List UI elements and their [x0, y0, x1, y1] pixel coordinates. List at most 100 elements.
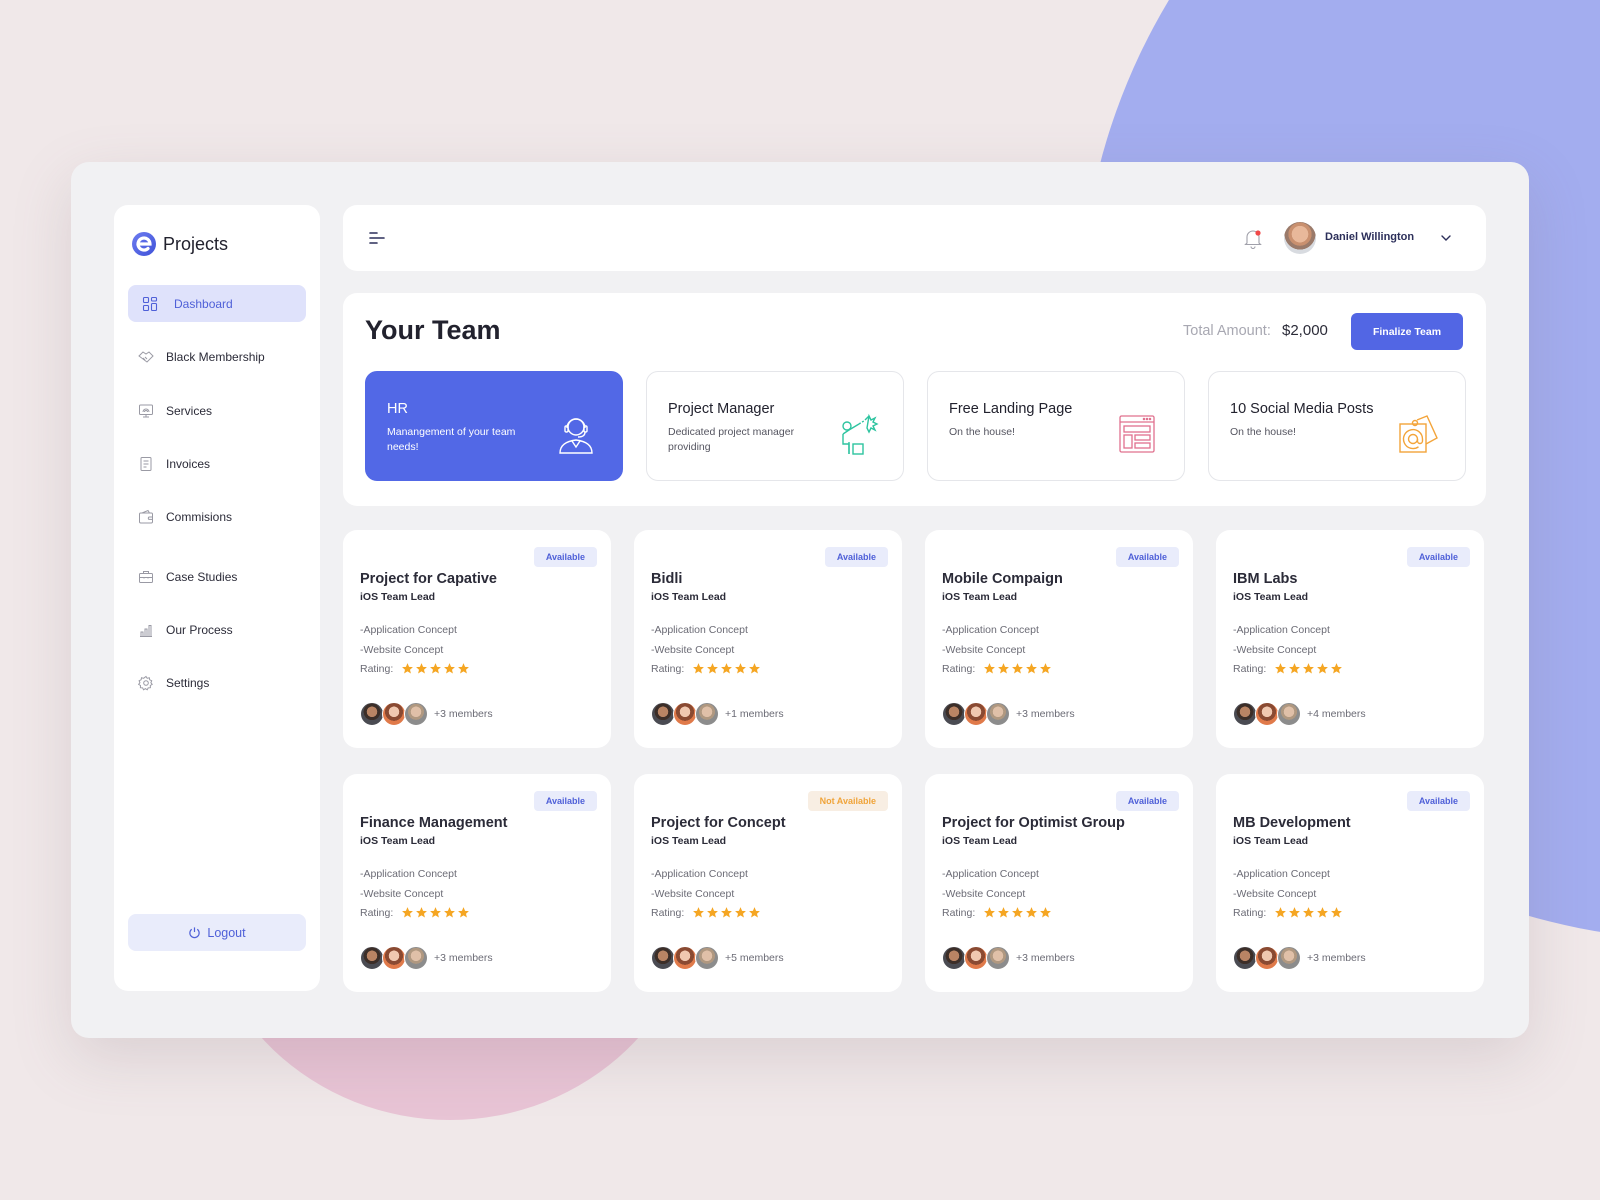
app-window: Projects Dashboard Black Membership Serv… — [71, 162, 1529, 1038]
rating-row: Rating: — [942, 662, 1052, 675]
team-panel: Your Team Total Amount: $2,000 Finalize … — [343, 293, 1486, 506]
member-count: +1 members — [725, 708, 784, 720]
wallet-icon — [138, 509, 154, 525]
star-icon — [998, 907, 1010, 918]
member-avatars[interactable]: +3 members — [360, 702, 493, 726]
user-name[interactable]: Daniel Willington — [1325, 231, 1414, 243]
sidebar-item-our-process[interactable]: Our Process — [128, 611, 306, 648]
service-card-free-landing-page[interactable]: Free Landing Page On the house! — [927, 371, 1185, 481]
menu-icon[interactable] — [369, 229, 387, 247]
member-count: +3 members — [434, 708, 493, 720]
rating-row: Rating: — [1233, 906, 1343, 919]
star-icon — [444, 907, 456, 918]
star-icon — [1012, 907, 1024, 918]
member-avatars[interactable]: +3 members — [360, 946, 493, 970]
service-card-project-manager[interactable]: Project Manager Dedicated project manage… — [646, 371, 904, 481]
project-card[interactable]: Available Bidli iOS Team Lead -Application … — [634, 530, 902, 748]
star-icon — [444, 663, 456, 674]
star-icon — [1317, 663, 1329, 674]
finalize-team-button[interactable]: Finalize Team — [1351, 313, 1463, 350]
briefcase-icon — [138, 569, 154, 585]
star-icon — [416, 907, 428, 918]
member-avatars[interactable]: +3 members — [942, 702, 1075, 726]
member-avatar — [964, 946, 988, 970]
grid-icon — [142, 296, 158, 312]
member-count: +3 members — [434, 952, 493, 964]
star-icon — [1040, 907, 1052, 918]
star-icon — [402, 907, 414, 918]
sidebar-item-dashboard[interactable]: Dashboard — [128, 285, 306, 322]
member-avatar — [404, 946, 428, 970]
project-title: MB Development — [1233, 815, 1351, 831]
user-avatar[interactable] — [1284, 222, 1316, 254]
star-icon — [721, 663, 733, 674]
star-icon — [749, 907, 761, 918]
project-title: IBM Labs — [1233, 571, 1298, 587]
status-badge: Available — [1406, 547, 1470, 567]
sidebar-item-invoices[interactable]: Invoices — [128, 445, 306, 482]
member-avatar — [651, 702, 675, 726]
status-badge: Not Available — [807, 791, 888, 811]
member-avatar — [1233, 946, 1257, 970]
project-card[interactable]: Available Project for Optimist Group iOS T… — [925, 774, 1193, 992]
logout-label: Logout — [207, 925, 246, 940]
project-feature: -Application Concept — [360, 868, 457, 880]
rating-row: Rating: — [651, 662, 761, 675]
sidebar-item-label: Commisions — [166, 509, 233, 524]
member-avatar — [1277, 946, 1301, 970]
logout-button[interactable]: Logout — [128, 914, 306, 951]
sidebar-item-black-membership[interactable]: Black Membership — [128, 338, 306, 375]
star-icon — [458, 663, 470, 674]
sidebar: Projects Dashboard Black Membership Serv… — [114, 205, 320, 991]
project-card[interactable]: Available IBM Labs iOS Team Lead -Applicati… — [1216, 530, 1484, 748]
project-card[interactable]: Not Available Project for Concept iOS Team… — [634, 774, 902, 992]
member-avatar — [360, 946, 384, 970]
sidebar-item-settings[interactable]: Settings — [128, 664, 306, 701]
project-card[interactable]: Available MB Development iOS Team Lead -App… — [1216, 774, 1484, 992]
member-avatars[interactable]: +3 members — [1233, 946, 1366, 970]
service-card-social-media-posts[interactable]: 10 Social Media Posts On the house! — [1208, 371, 1466, 481]
star-icon — [707, 907, 719, 918]
project-title: Project for Concept — [651, 815, 786, 831]
member-avatars[interactable]: +3 members — [942, 946, 1075, 970]
member-count: +3 members — [1016, 952, 1075, 964]
sidebar-item-services[interactable]: Services — [128, 392, 306, 429]
page-title: Your Team — [365, 315, 501, 345]
member-avatar — [986, 702, 1010, 726]
rating-stars — [983, 662, 1052, 675]
sidebar-item-commisions[interactable]: Commisions — [128, 498, 306, 535]
star-icon — [693, 907, 705, 918]
project-card[interactable]: Available Project for Capative iOS Team Le… — [343, 530, 611, 748]
service-card-hr[interactable]: HR Manangement of your team needs! — [365, 371, 623, 481]
project-card[interactable]: Available Finance Management iOS Team Lead… — [343, 774, 611, 992]
star-icon — [707, 663, 719, 674]
gear-icon — [138, 675, 154, 691]
star-icon — [693, 663, 705, 674]
logo[interactable]: Projects — [131, 231, 228, 257]
service-description: Dedicated project manager providing — [668, 426, 795, 453]
member-count: +4 members — [1307, 708, 1366, 720]
sidebar-item-case-studies[interactable]: Case Studies — [128, 558, 306, 595]
star-icon — [984, 907, 996, 918]
project-role: iOS Team Lead — [1233, 591, 1309, 603]
member-avatars[interactable]: +4 members — [1233, 702, 1366, 726]
member-avatar — [360, 702, 384, 726]
email-at-icon — [1399, 415, 1438, 453]
star-icon — [984, 663, 996, 674]
total-amount-value: $2,000 — [1282, 322, 1328, 339]
sidebar-item-label: Settings — [166, 675, 210, 690]
member-avatars[interactable]: +1 members — [651, 702, 784, 726]
member-avatars[interactable]: +5 members — [651, 946, 784, 970]
bell-icon[interactable] — [1243, 227, 1263, 249]
rating-stars — [401, 906, 470, 919]
project-card[interactable]: Available Mobile Compaign iOS Team Lead -Ap… — [925, 530, 1193, 748]
service-title: 10 Social Media Posts — [1230, 401, 1374, 417]
star-icon — [998, 663, 1010, 674]
member-avatar — [1255, 946, 1279, 970]
service-title: Free Landing Page — [949, 401, 1073, 417]
chevron-down-icon[interactable] — [1439, 231, 1453, 245]
rating-stars — [401, 662, 470, 675]
sidebar-item-label: Dashboard — [174, 296, 233, 311]
project-title: Finance Management — [360, 815, 508, 831]
project-role: iOS Team Lead — [360, 591, 436, 603]
